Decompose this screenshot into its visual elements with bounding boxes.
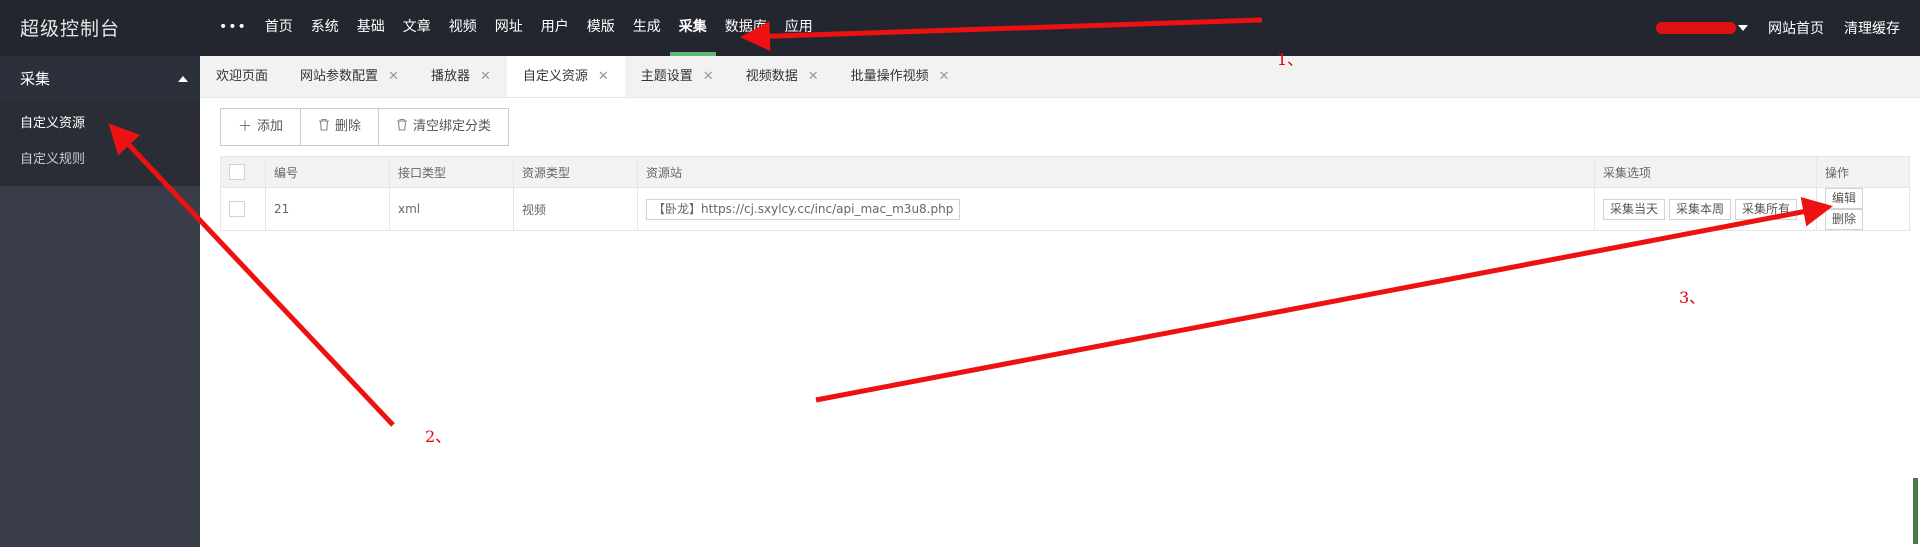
- annotation-arrow-3: [815, 196, 1833, 403]
- annotation-arrow-1: [740, 17, 1263, 52]
- annotation-label-2: 2、: [425, 427, 452, 446]
- annotation-label-1: 1、: [1277, 50, 1304, 69]
- annotation-arrow-2: [108, 123, 395, 427]
- annotation-label-3: 3、: [1679, 288, 1706, 307]
- annotation-arrows: [108, 17, 1833, 427]
